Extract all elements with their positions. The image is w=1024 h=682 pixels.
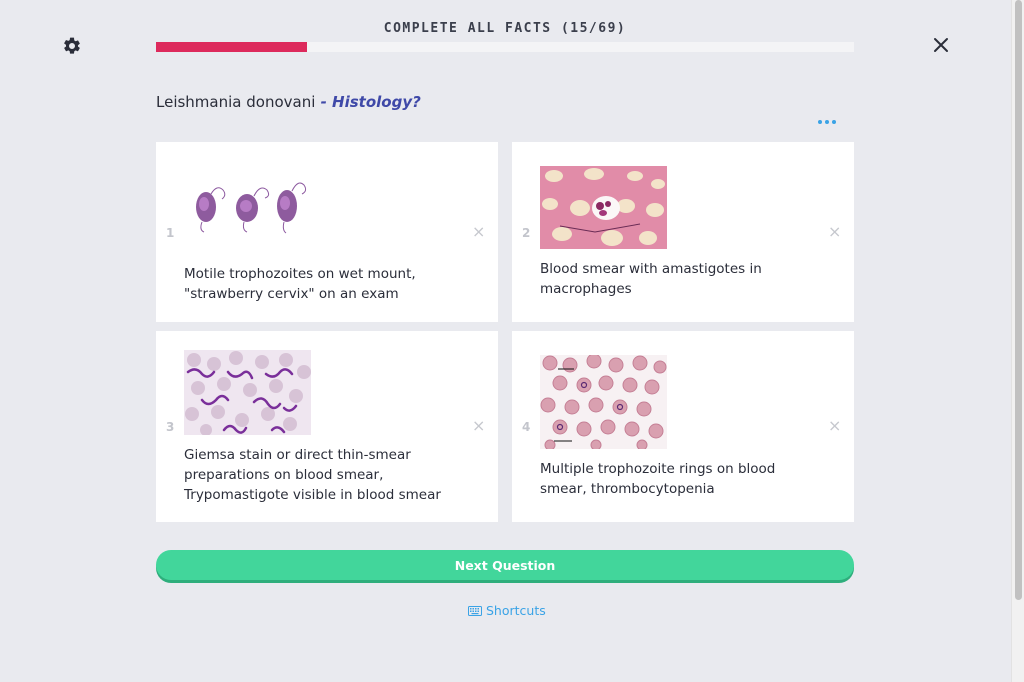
blood-smear-macrophage-image (540, 166, 667, 249)
settings-button[interactable] (62, 36, 82, 56)
more-options-button[interactable] (818, 117, 840, 127)
card-number: 2 (522, 226, 531, 240)
card-number: 4 (522, 420, 531, 434)
question-subject: Leishmania donovani (156, 93, 316, 111)
card-remove-button[interactable]: × (828, 416, 841, 435)
quiz-page: COMPLETE ALL FACTS (15/69) Leishmania do… (0, 0, 1024, 682)
more-options-icon (818, 120, 822, 124)
shortcuts-link[interactable]: Shortcuts (468, 603, 546, 618)
gear-icon (64, 37, 80, 54)
progress-bar-fill (156, 42, 308, 52)
card-text-line: Trypomastigote visible in blood smear (184, 487, 441, 503)
scrollbar[interactable] (1011, 0, 1024, 682)
answer-card-4[interactable]: 4 × Multiple trophozoite rings on blood … (512, 331, 854, 522)
card-remove-button[interactable]: × (828, 222, 841, 241)
trophozoites-image (184, 170, 311, 240)
card-remove-button[interactable]: × (472, 222, 485, 241)
card-text-line: Motile trophozoites on wet mount, (184, 266, 416, 282)
keyboard-icon (468, 605, 482, 616)
card-text-line: Blood smear with amastigotes in (540, 261, 762, 277)
card-text: Motile trophozoites on wet mount, "straw… (184, 264, 416, 304)
card-number: 3 (166, 420, 175, 434)
card-text-line: smear, thrombocytopenia (540, 481, 715, 497)
answer-card-2[interactable]: 2 × Blood smear with amastigotes in macr… (512, 142, 854, 322)
more-dot (825, 120, 829, 124)
shortcuts-label: Shortcuts (486, 603, 546, 618)
scrollbar-thumb[interactable] (1015, 0, 1022, 600)
answer-card-1[interactable]: 1 × Motile trophozoites on wet mount, "s… (156, 142, 498, 322)
progress-bar (156, 42, 854, 52)
card-text-line: Multiple trophozoite rings on blood (540, 461, 776, 477)
question-prompt: Leishmania donovani - Histology? (156, 93, 421, 111)
trypomastigote-smear-image (184, 350, 311, 436)
card-number: 1 (166, 226, 175, 240)
card-text: Blood smear with amastigotes in macropha… (540, 259, 762, 299)
close-button[interactable] (930, 34, 952, 56)
card-text-line: Giemsa stain or direct thin-smear (184, 447, 411, 463)
card-text: Multiple trophozoite rings on blood smea… (540, 459, 775, 499)
card-text: Giemsa stain or direct thin-smear prepar… (184, 445, 441, 505)
question-separator: - (315, 93, 333, 111)
progress-title: COMPLETE ALL FACTS (15/69) (383, 21, 627, 36)
card-remove-button[interactable]: × (472, 416, 485, 435)
question-topic: Histology? (332, 93, 421, 111)
next-question-button[interactable]: Next Question (156, 550, 854, 580)
answer-card-3[interactable]: 3 × Giemsa stain or direct thin-smear pr… (156, 331, 498, 522)
card-text-line: "strawberry cervix" on an exam (184, 286, 399, 302)
card-text-line: macrophages (540, 281, 632, 297)
ring-forms-smear-image (540, 353, 667, 451)
card-text-line: preparations on blood smear, (184, 467, 384, 483)
more-dot (832, 120, 836, 124)
close-icon (934, 38, 948, 52)
